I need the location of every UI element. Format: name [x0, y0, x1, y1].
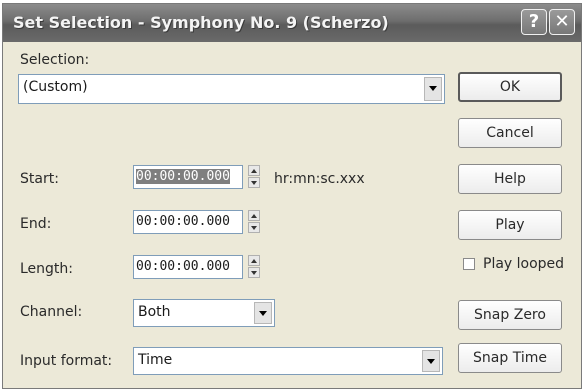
chevron-down-icon[interactable] [254, 302, 272, 324]
title-bar: Set Selection - Symphony No. 9 (Scherzo)… [3, 4, 581, 42]
end-label: End: [20, 216, 52, 232]
selection-value: (Custom) [23, 79, 88, 95]
end-spinner[interactable] [248, 210, 260, 234]
cancel-button[interactable]: Cancel [458, 118, 562, 148]
input-format-label: Input format: [20, 353, 113, 369]
set-selection-dialog: Set Selection - Symphony No. 9 (Scherzo)… [2, 3, 582, 389]
play-looped-label[interactable]: Play looped [483, 256, 564, 272]
spin-down-icon[interactable] [248, 222, 260, 233]
selection-dropdown[interactable]: (Custom) [18, 74, 445, 104]
channel-label: Channel: [20, 304, 83, 320]
question-icon: ? [528, 11, 540, 32]
start-value: 00:00:00.000 [136, 169, 230, 184]
spin-up-icon[interactable] [248, 255, 260, 266]
help-title-button[interactable]: ? [521, 9, 547, 35]
snap-zero-button[interactable]: Snap Zero [458, 300, 562, 330]
length-label: Length: [20, 261, 74, 277]
channel-dropdown[interactable]: Both [133, 299, 275, 327]
length-spinner[interactable] [248, 255, 260, 279]
close-button[interactable]: ✕ [549, 9, 575, 35]
spin-down-icon[interactable] [248, 267, 260, 278]
close-icon: ✕ [554, 11, 570, 32]
input-format-value: Time [138, 352, 173, 368]
length-field[interactable]: 00:00:00.000 [133, 255, 243, 279]
ok-button[interactable]: OK [458, 72, 562, 102]
length-value: 00:00:00.000 [136, 259, 230, 274]
time-format-hint: hr:mn:sc.xxx [274, 171, 365, 187]
spin-down-icon[interactable] [248, 177, 260, 188]
start-field[interactable]: 00:00:00.000 [133, 165, 243, 189]
play-looped-checkbox[interactable] [463, 258, 475, 270]
start-spinner[interactable] [248, 165, 260, 189]
start-label: Start: [20, 171, 59, 187]
snap-time-button[interactable]: Snap Time [458, 343, 562, 373]
channel-value: Both [138, 304, 171, 320]
play-button[interactable]: Play [458, 210, 562, 240]
chevron-down-icon[interactable] [424, 77, 442, 101]
end-field[interactable]: 00:00:00.000 [133, 210, 243, 234]
selection-label: Selection: [20, 52, 90, 68]
chevron-down-icon[interactable] [422, 350, 440, 372]
dialog-title: Set Selection - Symphony No. 9 (Scherzo) [13, 13, 389, 32]
end-value: 00:00:00.000 [136, 214, 230, 229]
spin-up-icon[interactable] [248, 165, 260, 176]
input-format-dropdown[interactable]: Time [133, 347, 443, 375]
help-button[interactable]: Help [458, 164, 562, 194]
spin-up-icon[interactable] [248, 210, 260, 221]
